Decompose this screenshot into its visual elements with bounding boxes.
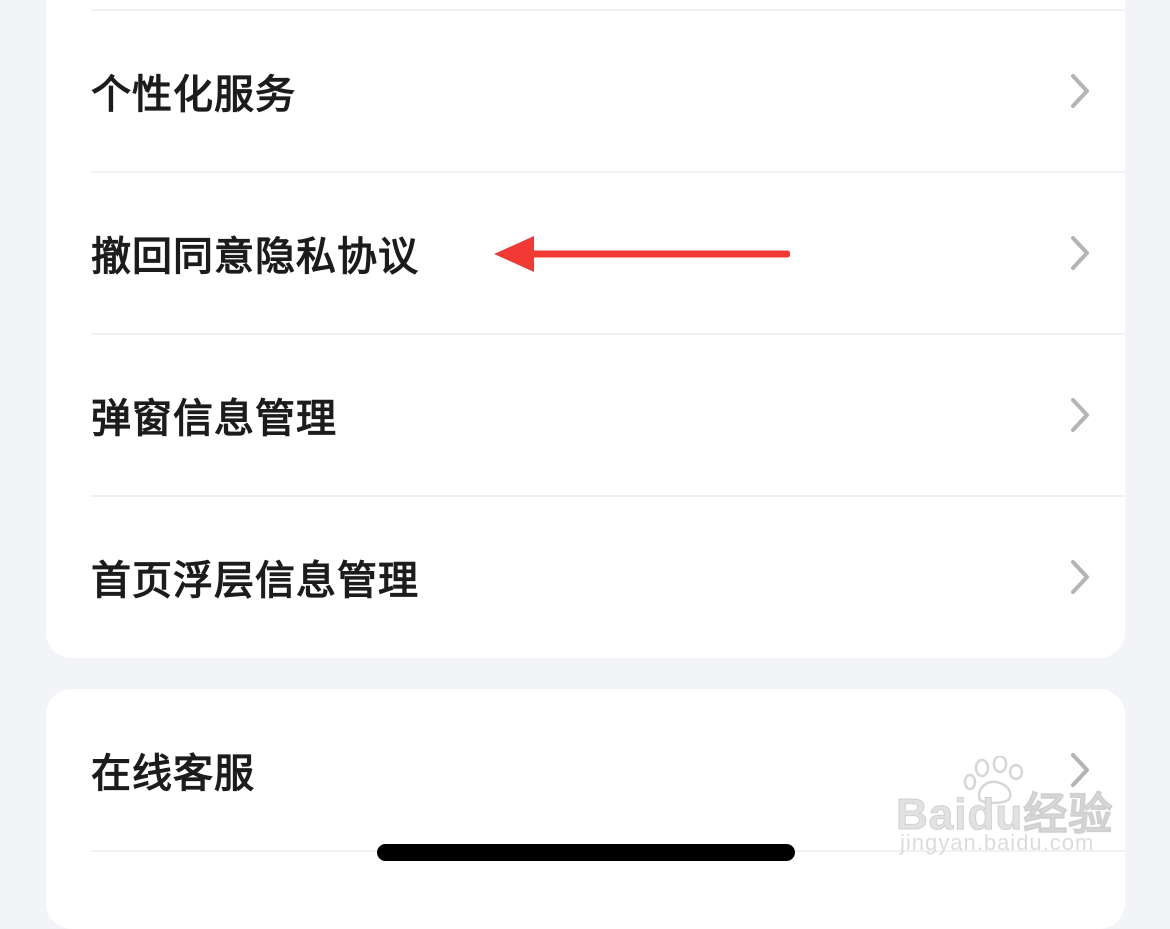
- home-indicator[interactable]: [377, 844, 795, 861]
- menu-item-label: 首页浮层信息管理: [91, 558, 419, 604]
- menu-item-label: 弹窗信息管理: [91, 396, 337, 442]
- menu-item-label: 撤回同意隐私协议: [91, 234, 419, 280]
- baidu-jingyan-watermark: Baidu经验 jingyan.baidu.com: [895, 756, 1113, 860]
- menu-item-label: 个性化服务: [91, 72, 296, 118]
- annotation-arrow-icon: [494, 236, 790, 272]
- menu-item-homepage-overlay-management[interactable]: 首页浮层信息管理: [46, 496, 1125, 658]
- settings-card-top: 个性化服务 撤回同意隐私协议 弹窗信息管理 首页浮层信息管理: [46, 0, 1125, 658]
- chevron-right-icon: [1071, 74, 1089, 108]
- menu-item-popup-message-management[interactable]: 弹窗信息管理: [46, 334, 1125, 496]
- chevron-right-icon: [1071, 398, 1089, 432]
- chevron-right-icon: [1071, 560, 1089, 594]
- watermark-url: jingyan.baidu.com: [900, 830, 1095, 855]
- chevron-right-icon: [1071, 236, 1089, 270]
- menu-item-personalized-service[interactable]: 个性化服务: [46, 10, 1125, 172]
- menu-item-label: 在线客服: [91, 751, 255, 797]
